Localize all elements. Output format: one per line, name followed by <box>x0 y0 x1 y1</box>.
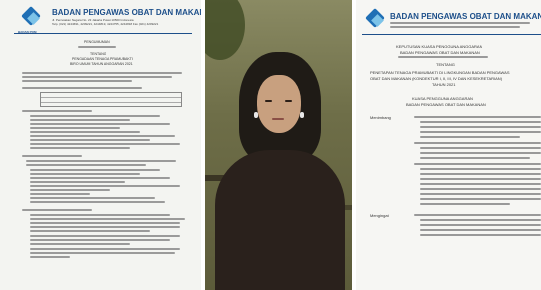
right-document-panel: BADAN PENGAWAS OBAT DAN MAKANAN KEPUTUSA… <box>356 0 541 290</box>
text-line <box>414 163 541 165</box>
kuasa-label: KUASA PENGGUNA ANGGARAN <box>412 96 473 101</box>
text-line <box>30 135 175 137</box>
text-line <box>26 164 146 166</box>
text-line <box>30 214 170 216</box>
participant-avatar <box>205 0 352 290</box>
video-feed[interactable] <box>205 0 352 290</box>
doc-subheading: TENTANG <box>90 52 107 56</box>
text-line <box>30 218 185 220</box>
text-line <box>30 239 170 241</box>
doc-title-line2: BIRO UMUM TAHUN ANGGARAN 2021 <box>70 62 133 66</box>
text-line <box>420 224 541 226</box>
text-line <box>30 123 170 125</box>
text-line <box>22 155 82 157</box>
text-line <box>420 198 541 200</box>
text-line <box>420 229 541 231</box>
text-line <box>30 222 180 224</box>
text-line <box>420 147 541 149</box>
kuasa-org: BADAN PENGAWAS OBAT DAN MAKANAN <box>406 102 486 107</box>
text-line <box>30 226 180 228</box>
text-line <box>420 193 541 195</box>
text-line <box>30 181 125 183</box>
text-line <box>22 110 92 112</box>
text-line <box>420 121 541 123</box>
org-address-line <box>390 22 530 24</box>
text-line <box>30 177 170 179</box>
text-line <box>30 235 180 237</box>
text-line <box>30 169 160 171</box>
text-line <box>30 131 140 133</box>
text-line <box>30 139 150 141</box>
text-line <box>30 115 160 117</box>
text-line <box>420 173 541 175</box>
decree-subject1: PENETAPAN TENAGA PRAMUBAKTI DI LINGKUNGA… <box>370 70 510 75</box>
text-line <box>414 142 541 144</box>
text-line <box>30 119 130 121</box>
text-line <box>420 131 541 133</box>
text-line <box>414 214 541 216</box>
text-line <box>30 243 130 245</box>
org-contact: Telp. (021) 4244691, 4209221, 4244819, 4… <box>52 22 159 26</box>
text-line <box>420 234 541 236</box>
text-line <box>30 189 110 191</box>
bpom-logo-icon <box>21 6 44 30</box>
text-line <box>30 230 150 232</box>
text-line <box>30 143 180 145</box>
text-line <box>420 219 541 221</box>
text-line <box>22 72 182 74</box>
menimbang-label: Menimbang <box>370 115 391 120</box>
text-line <box>26 160 176 162</box>
text-line <box>30 185 180 187</box>
text-line <box>30 248 180 250</box>
text-line <box>420 126 541 128</box>
text-line <box>30 173 140 175</box>
text-line <box>30 193 90 195</box>
text-line <box>78 46 116 48</box>
text-line <box>22 80 132 82</box>
bpom-logo-icon <box>365 8 388 32</box>
header-rule <box>362 34 541 35</box>
text-line <box>420 157 530 159</box>
decree-subject2: OBAT DAN MAKANAN (KONDEKTUR I, II, III, … <box>370 76 503 81</box>
text-line <box>30 197 155 199</box>
text-line <box>22 76 172 78</box>
text-line <box>30 252 175 254</box>
decree-line3: TENTANG <box>436 62 455 67</box>
text-line <box>420 183 541 185</box>
decree-year: TAHUN 2021 <box>432 82 456 87</box>
text-line <box>30 127 120 129</box>
text-line <box>22 209 92 211</box>
text-line <box>420 203 510 205</box>
org-contact-line <box>390 26 520 28</box>
text-line <box>30 256 70 258</box>
decree-number-line <box>398 56 488 58</box>
positions-table <box>40 92 182 107</box>
decree-title: KEPUTUSAN KUASA PENGGUNA ANGGARAN <box>396 44 483 49</box>
header-rule <box>14 33 192 34</box>
org-name: BADAN PENGAWAS OBAT DAN MAKANAN <box>52 8 201 17</box>
text-line <box>414 116 541 118</box>
doc-heading: PENGUMUMAN <box>84 40 110 44</box>
text-line <box>30 147 130 149</box>
text-line <box>420 188 541 190</box>
mengingat-label: Mengingat <box>370 213 389 218</box>
decree-org: BADAN PENGAWAS OBAT DAN MAKANAN <box>400 50 480 55</box>
doc-title-line1: PENGADAAN TENAGA PRAMUBAKTI <box>72 57 133 61</box>
text-line <box>22 87 142 89</box>
text-line <box>420 136 520 138</box>
org-name: BADAN PENGAWAS OBAT DAN MAKANAN <box>390 12 541 21</box>
left-document-panel: BADAN POM BADAN PENGAWAS OBAT DAN MAKANA… <box>0 0 201 290</box>
text-line <box>30 201 165 203</box>
text-line <box>420 168 541 170</box>
text-line <box>420 178 541 180</box>
text-line <box>420 152 541 154</box>
